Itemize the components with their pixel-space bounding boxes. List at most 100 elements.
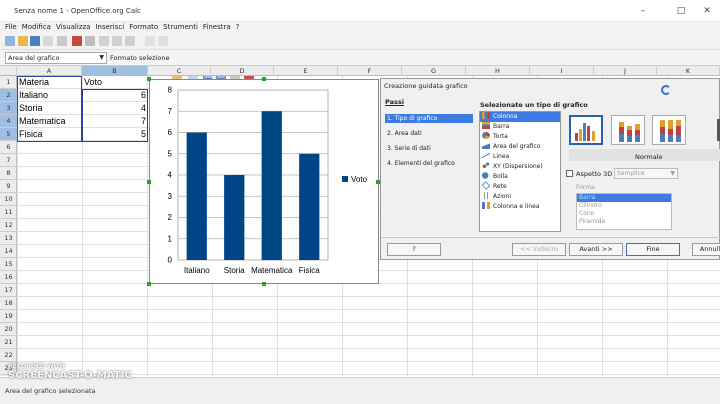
cancel-button[interactable]: Annulla — [692, 243, 720, 256]
row-header[interactable]: 2 — [0, 89, 17, 102]
chart-type-list[interactable]: Colonna Barra Torta Area del grafico Lin… — [479, 111, 561, 232]
menu-strumenti[interactable]: Strumenti — [163, 22, 198, 33]
row-header[interactable]: 22 — [0, 349, 17, 362]
cell-a2[interactable]: Italiano — [19, 89, 81, 102]
row-header[interactable]: 13 — [0, 232, 17, 245]
menu-visualizza[interactable]: Visualizza — [56, 22, 90, 33]
row-header[interactable]: 10 — [0, 193, 17, 206]
chart-type-item[interactable]: XY (Dispersione) — [480, 162, 560, 172]
close-icon[interactable]: ✕ — [692, 4, 720, 18]
row-header[interactable]: 7 — [0, 154, 17, 167]
aspect-3d-checkbox[interactable] — [566, 170, 573, 177]
row-header[interactable]: 20 — [0, 323, 17, 336]
step-chart-elements[interactable]: 4. Elementi del grafico — [385, 159, 473, 168]
cell-a4[interactable]: Matematica — [19, 115, 81, 128]
chart-type-item[interactable]: Azioni — [480, 192, 560, 202]
step-chart-type[interactable]: 1. Tipo di grafico — [385, 114, 473, 123]
new-doc-icon[interactable] — [5, 36, 15, 46]
column-header[interactable]: A — [17, 66, 82, 76]
menu-file[interactable]: File — [5, 22, 17, 33]
help-button[interactable]: ? — [387, 243, 441, 256]
row-header[interactable]: 4 — [0, 115, 17, 128]
row-header[interactable]: 16 — [0, 271, 17, 284]
chart-type-item[interactable]: Barra — [480, 122, 560, 132]
redo-icon[interactable] — [158, 36, 168, 46]
form-item[interactable]: Barra — [577, 194, 671, 202]
finish-button[interactable]: Fine — [626, 243, 680, 256]
variant-stacked[interactable] — [611, 115, 645, 145]
resize-handle[interactable] — [262, 282, 266, 286]
menu-inserisci[interactable]: Inserisci — [95, 22, 124, 33]
row-header[interactable]: 9 — [0, 180, 17, 193]
variant-percent-stacked[interactable] — [652, 115, 686, 145]
cell-b1[interactable]: Voto — [84, 76, 146, 89]
row-header[interactable]: 19 — [0, 310, 17, 323]
row-header[interactable]: 15 — [0, 258, 17, 271]
menu-help[interactable]: ? — [236, 22, 240, 33]
copy-icon[interactable] — [112, 36, 122, 46]
row-header[interactable]: 3 — [0, 102, 17, 115]
row-header[interactable]: 11 — [0, 206, 17, 219]
print-icon[interactable] — [85, 36, 95, 46]
chart-type-item[interactable]: Rete — [480, 181, 560, 192]
chart-type-item[interactable]: Colonna — [480, 112, 560, 122]
variant-normal[interactable] — [569, 115, 603, 145]
chart-type-item[interactable]: Linea — [480, 152, 560, 162]
resize-handle[interactable] — [147, 180, 151, 184]
chart-element-select[interactable]: Area del grafico ▼ — [5, 52, 107, 64]
column-header[interactable]: F — [338, 66, 402, 76]
menu-formato[interactable]: Formato — [129, 22, 158, 33]
chart-type-item[interactable]: Area del grafico — [480, 142, 560, 152]
undo-icon[interactable] — [145, 36, 155, 46]
aspect-3d-select[interactable]: Semplice ▼ — [614, 168, 678, 179]
row-header[interactable]: 14 — [0, 245, 17, 258]
select-all-corner[interactable] — [0, 66, 17, 76]
form-item[interactable]: Piramide — [577, 218, 671, 226]
column-header[interactable]: K — [657, 66, 720, 76]
format-selection-button[interactable]: Formato selezione — [110, 54, 169, 62]
resize-handle[interactable] — [147, 282, 151, 286]
paste-icon[interactable] — [125, 36, 135, 46]
column-header[interactable]: J — [594, 66, 657, 76]
step-data-range[interactable]: 2. Area dati — [385, 129, 473, 138]
open-folder-icon[interactable] — [18, 36, 28, 46]
column-header[interactable]: E — [274, 66, 338, 76]
mail-icon[interactable] — [43, 36, 53, 46]
column-header[interactable]: B — [82, 66, 148, 76]
chart-type-item[interactable]: Bolla — [480, 172, 560, 182]
column-header[interactable]: G — [402, 66, 466, 76]
row-header[interactable]: 6 — [0, 141, 17, 154]
chart-type-item[interactable]: Colonna e linea — [480, 202, 560, 212]
row-header[interactable]: 5 — [0, 128, 17, 141]
row-header[interactable]: 21 — [0, 336, 17, 349]
column-header[interactable]: D — [211, 66, 274, 76]
form-list[interactable]: Barra Cilindro Cono Piramide — [576, 193, 672, 230]
chart-area[interactable]: 0 1 2 3 4 5 6 7 8 Italiano Storia Matematica Fisica V… — [149, 79, 379, 284]
step-data-series[interactable]: 3. Serie di dati — [385, 144, 473, 153]
resize-handle[interactable] — [147, 77, 151, 81]
cell-a5[interactable]: Fisica — [19, 128, 81, 141]
row-header[interactable]: 17 — [0, 284, 17, 297]
next-button[interactable]: Avanti >> — [569, 243, 623, 256]
resize-handle[interactable] — [262, 77, 266, 81]
row-header[interactable]: 8 — [0, 167, 17, 180]
chart-type-item[interactable]: Torta — [480, 132, 560, 142]
cell-a3[interactable]: Storia — [19, 102, 81, 115]
save-icon[interactable] — [30, 36, 40, 46]
column-header[interactable]: I — [530, 66, 594, 76]
row-header[interactable]: 12 — [0, 219, 17, 232]
column-header[interactable]: H — [466, 66, 530, 76]
back-button[interactable]: << Indietro — [512, 243, 566, 256]
row-header[interactable]: 1 — [0, 76, 17, 89]
row-header[interactable]: 18 — [0, 297, 17, 310]
menu-finestra[interactable]: Finestra — [203, 22, 231, 33]
minimize-icon[interactable]: – — [628, 4, 658, 18]
form-item[interactable]: Cilindro — [577, 202, 671, 210]
export-pdf-icon[interactable] — [72, 36, 82, 46]
column-header[interactable]: C — [148, 66, 211, 76]
cut-icon[interactable] — [99, 36, 109, 46]
cell-a1[interactable]: Materia — [19, 76, 81, 89]
form-item[interactable]: Cono — [577, 210, 671, 218]
edit-file-icon[interactable] — [57, 36, 67, 46]
menu-modifica[interactable]: Modifica — [22, 22, 51, 33]
